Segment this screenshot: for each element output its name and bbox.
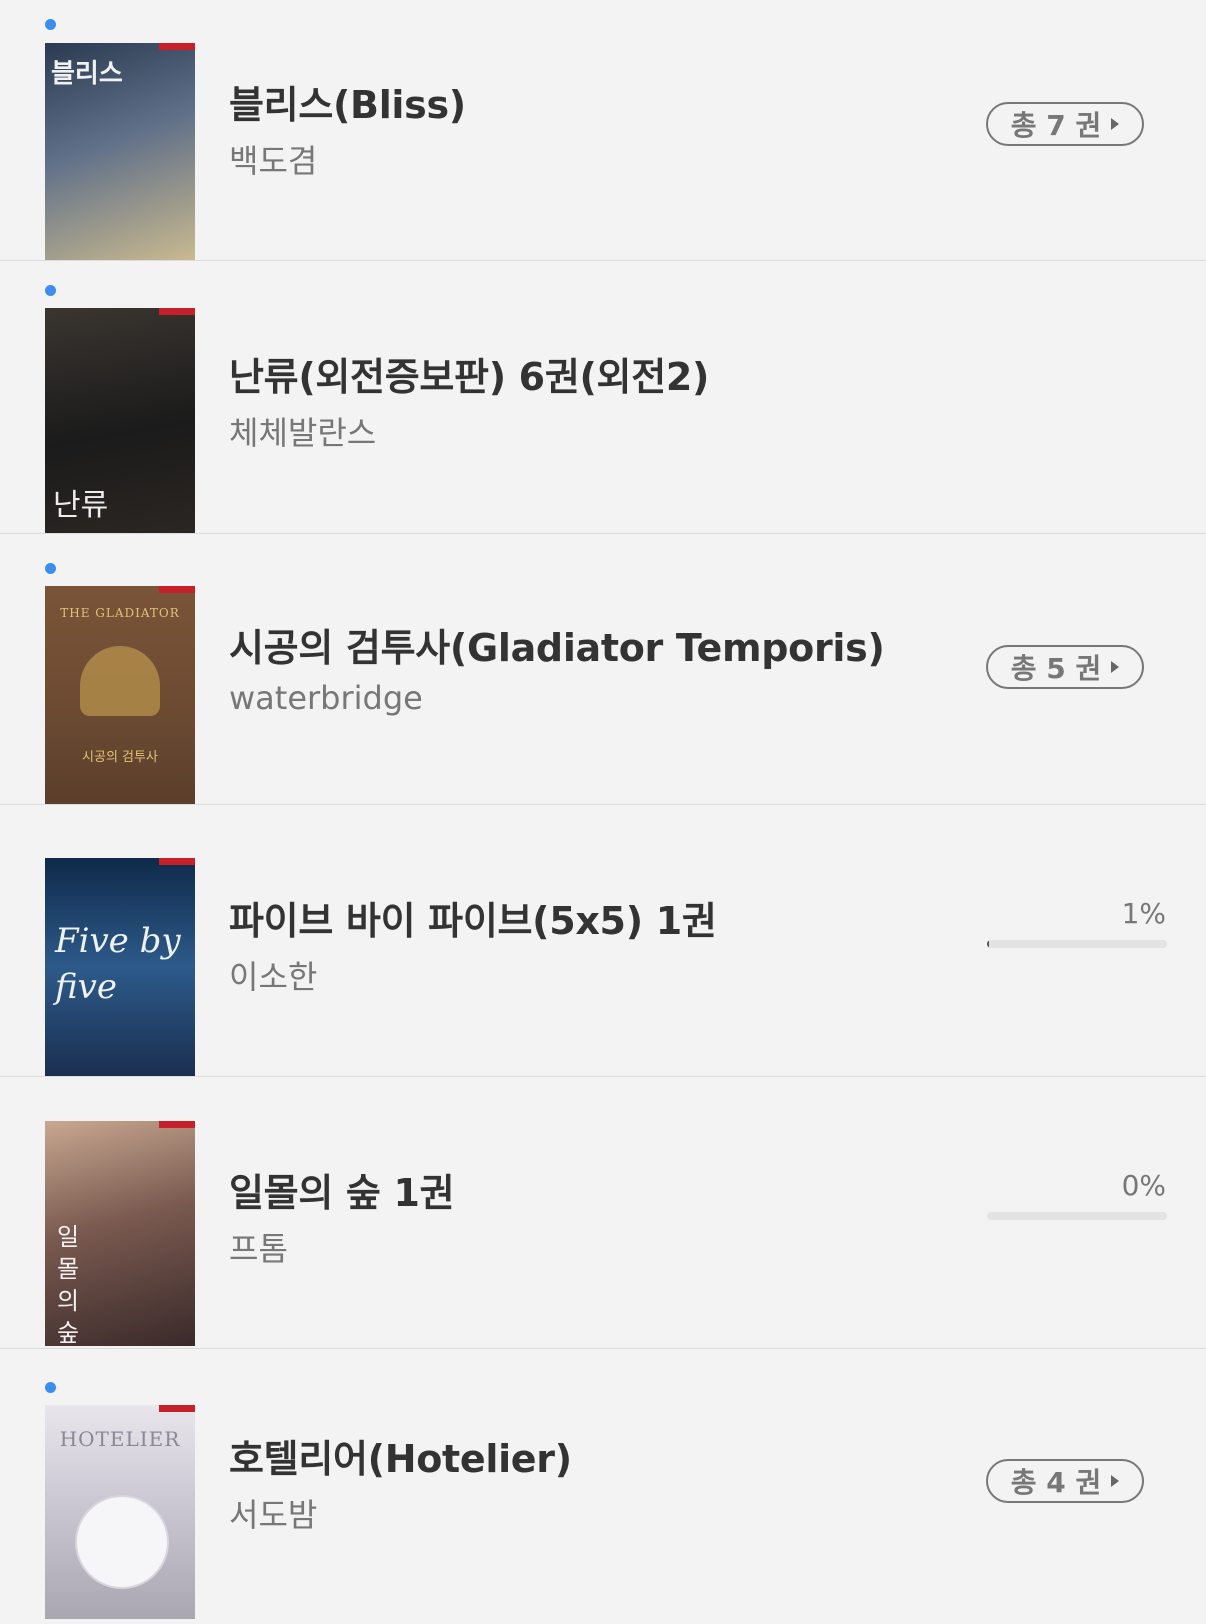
book-author: waterbridge — [229, 679, 423, 717]
book-row[interactable]: THE GLADIATOR 시공의 검투사 시공의 검투사(Gladiator … — [0, 534, 1206, 805]
caret-right-icon — [1111, 118, 1120, 130]
book-cover[interactable]: THE GLADIATOR 시공의 검투사 — [45, 586, 195, 804]
book-row[interactable]: HOTELIER 호텔리어(Hotelier) 서도밤 총 4 권 — [0, 1349, 1206, 1624]
eagle-emblem-icon — [80, 646, 160, 716]
volume-count-label: 총 5 권 — [1010, 652, 1102, 685]
publisher-flag — [159, 1121, 195, 1128]
caret-right-icon — [1111, 1475, 1120, 1487]
new-indicator-dot — [45, 285, 56, 296]
volume-count-label: 총 4 권 — [1010, 1466, 1102, 1499]
cover-title-text: 블리스 — [51, 59, 123, 89]
book-cover[interactable]: Five by five — [45, 858, 195, 1076]
cover-title-text: Five by five — [55, 921, 181, 1007]
cover-title-text: 난류 — [53, 488, 109, 523]
new-indicator-dot — [45, 1382, 56, 1393]
volume-count-button[interactable]: 총 4 권 — [986, 1459, 1144, 1503]
publisher-flag — [159, 43, 195, 50]
book-author: 프톰 — [229, 1230, 288, 1268]
reading-progress-percent: 1% — [1121, 897, 1166, 930]
book-cover[interactable]: 일몰의 숲 — [45, 1121, 195, 1346]
book-row[interactable]: 일몰의 숲 일몰의 숲 1권 프톰 0% — [0, 1077, 1206, 1349]
cover-subtitle-text: 시공의 검투사 — [82, 750, 158, 765]
book-title[interactable]: 블리스(Bliss) — [229, 74, 466, 129]
book-author: 이소한 — [229, 958, 318, 996]
book-author: 서도밤 — [229, 1496, 318, 1534]
reading-progress-fill — [987, 940, 989, 948]
caret-right-icon — [1111, 661, 1120, 673]
plate-image-icon — [75, 1495, 169, 1589]
volume-count-button[interactable]: 총 7 권 — [986, 102, 1144, 146]
book-author: 백도겸 — [229, 142, 318, 180]
book-row[interactable]: Five by five 파이브 바이 파이브(5x5) 1권 이소한 1% — [0, 805, 1206, 1077]
book-title[interactable]: 시공의 검투사(Gladiator Temporis) — [229, 617, 885, 672]
book-cover[interactable]: 블리스 — [45, 43, 195, 260]
book-author: 체체발란스 — [229, 414, 377, 452]
book-row[interactable]: 난류 난류(외전증보판) 6권(외전2) 체체발란스 — [0, 261, 1206, 534]
cover-title-text: THE GLADIATOR — [60, 606, 180, 620]
volume-count-button[interactable]: 총 5 권 — [986, 645, 1144, 689]
reading-progress-bar — [987, 1212, 1167, 1220]
new-indicator-dot — [45, 563, 56, 574]
cover-title-text: HOTELIER — [59, 1427, 181, 1451]
new-indicator-dot — [45, 19, 56, 30]
book-title[interactable]: 호텔리어(Hotelier) — [229, 1428, 572, 1483]
book-title[interactable]: 난류(외전증보판) 6권(외전2) — [229, 346, 709, 401]
publisher-flag — [159, 586, 195, 593]
book-cover[interactable]: HOTELIER — [45, 1405, 195, 1619]
publisher-flag — [159, 858, 195, 865]
publisher-flag — [159, 308, 195, 315]
book-title[interactable]: 파이브 바이 파이브(5x5) 1권 — [229, 890, 717, 945]
book-cover[interactable]: 난류 — [45, 308, 195, 533]
reading-progress-percent: 0% — [1121, 1169, 1166, 1202]
book-title[interactable]: 일몰의 숲 1권 — [229, 1162, 455, 1217]
reading-progress-bar — [987, 940, 1167, 948]
volume-count-label: 총 7 권 — [1010, 109, 1102, 142]
book-row[interactable]: 블리스 블리스(Bliss) 백도겸 총 7 권 — [0, 0, 1206, 261]
cover-title-text: 일몰의 숲 — [57, 1223, 80, 1346]
publisher-flag — [159, 1405, 195, 1412]
book-list: 블리스 블리스(Bliss) 백도겸 총 7 권 난류 난류(외전증보판) 6권… — [0, 0, 1206, 1624]
